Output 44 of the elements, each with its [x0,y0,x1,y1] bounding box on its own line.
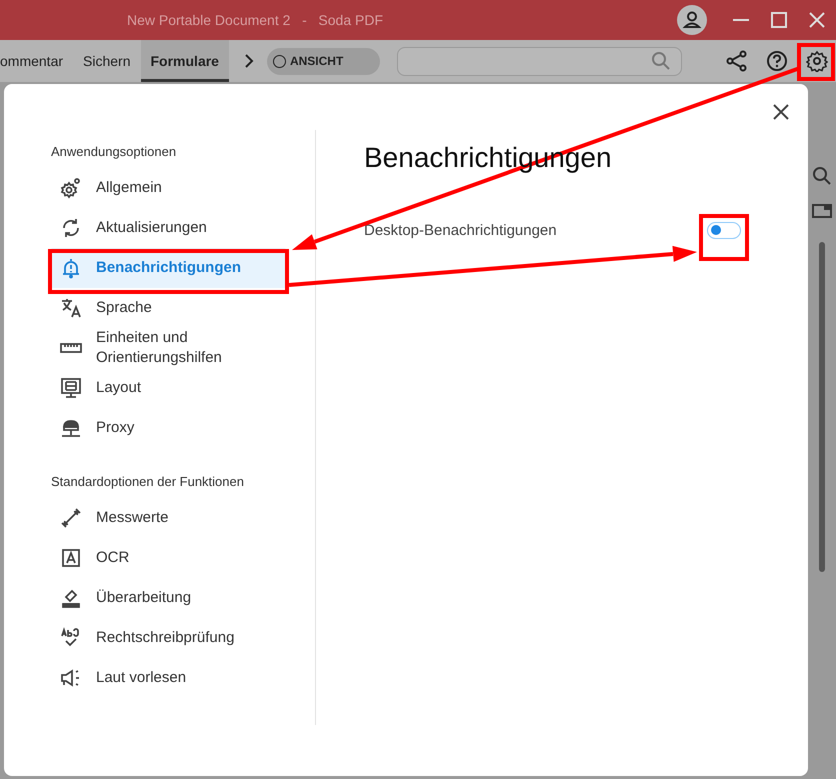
setting-label: Desktop-Benachrichtigungen [364,222,557,238]
window-title: New Portable Document 2 - Soda PDF [127,12,384,28]
highlight-frame [797,43,835,81]
translate-icon [60,297,82,319]
refresh-icon [60,217,82,239]
sidebar-item[interactable]: Messwerte [50,498,287,538]
sidebar-item[interactable]: Laut vorlesen [50,658,287,698]
text-frame-icon [60,547,82,569]
sidebar-item[interactable]: OCR [50,538,287,578]
section-heading: Standardoptionen der Funktionen [51,474,245,491]
sidebar-item[interactable]: Einheiten und Orientierungshilfen [50,328,287,368]
view-toggle[interactable]: ANSICHT [266,48,380,74]
toolbar-tab[interactable]: ommentar [0,40,74,82]
megaphone-icon [60,667,82,689]
sidebar-item[interactable]: Allgemein [50,168,287,208]
toggle-switch[interactable] [707,222,741,238]
sidebar-item[interactable]: Layout [50,368,287,408]
help-icon[interactable] [766,50,788,72]
gear-icon [60,177,82,199]
search-icon[interactable] [812,166,832,186]
maximize-icon[interactable] [769,10,789,30]
sidebar-item[interactable]: Überarbeitung [50,578,287,618]
search-field[interactable] [396,46,682,76]
sidebar-item[interactable]: Rechtschreibprüfung [50,618,287,658]
sidebar-item[interactable]: Sprache [50,288,287,328]
user-avatar-icon[interactable] [677,5,707,35]
network-icon [60,417,82,439]
close-icon[interactable] [807,10,827,30]
settings-icon[interactable] [806,50,828,72]
highlight-frame [699,214,749,261]
search-icon [650,51,671,71]
chevron-right-icon[interactable] [242,53,255,69]
eraser-icon [60,587,82,609]
spellcheck-icon [60,627,82,649]
sidebar-item[interactable]: Proxy [50,408,287,448]
sidebar-item[interactable]: Aktualisierungen [50,208,287,248]
bell-icon [60,257,82,279]
panel-icon[interactable] [812,204,832,218]
share-icon[interactable] [726,50,748,72]
section-heading: Anwendungsoptionen [51,144,178,161]
monitor-icon [60,377,82,399]
toolbar-tab[interactable]: Sichern [73,40,140,82]
toolbar-tab[interactable]: Formulare [140,40,229,82]
measure-icon [60,507,82,529]
